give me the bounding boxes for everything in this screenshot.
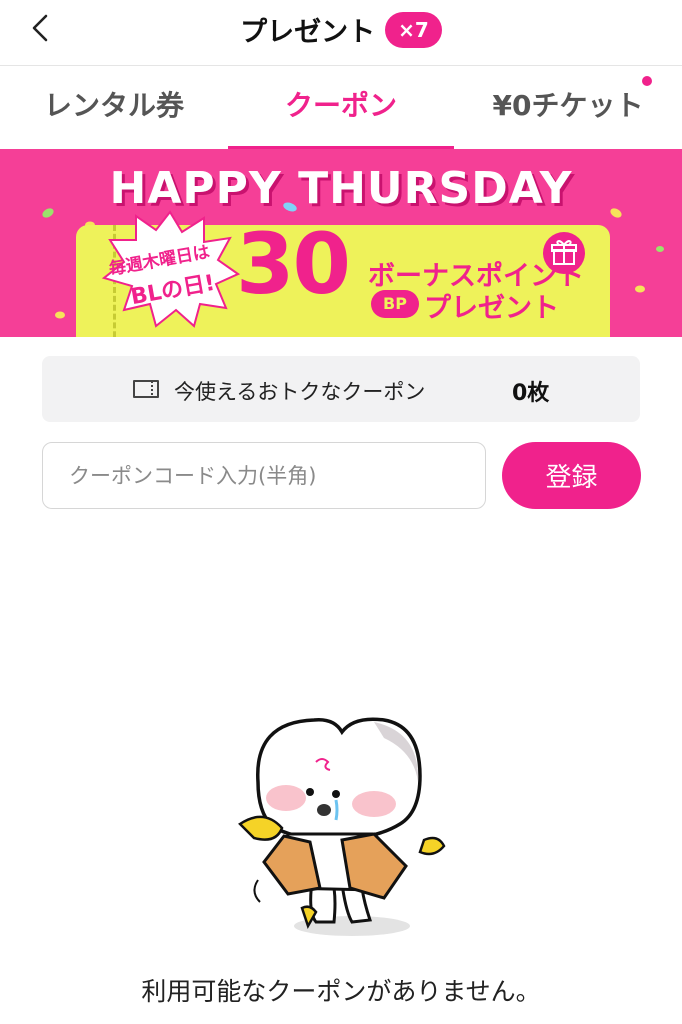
available-coupons-summary: 今使えるおトクなクーポン 0枚 xyxy=(42,356,640,422)
mascot-illustration xyxy=(238,717,446,936)
summary-label: 今使えるおトクなクーポン xyxy=(174,380,426,404)
title-wrap: プレゼント ×7 xyxy=(0,10,682,49)
notification-dot xyxy=(642,76,652,86)
tab-bar: レンタル券 クーポン ¥0チケット xyxy=(0,67,682,147)
header: プレゼント ×7 xyxy=(0,0,682,66)
ticket-icon xyxy=(133,380,159,398)
gift-icon xyxy=(543,232,585,274)
banner-content: 毎週木曜日は BLの日! 30 ボーナスポイント BP プレゼント xyxy=(0,149,682,337)
empty-state-message: 利用可能なクーポンがありません。 xyxy=(141,977,541,1006)
tab-coupon[interactable]: クーポン xyxy=(228,67,454,147)
summary-count: 0枚 xyxy=(512,381,550,406)
page-title: プレゼント xyxy=(240,17,376,48)
tab-rental-ticket[interactable]: レンタル券 xyxy=(0,67,228,147)
present-label: プレゼント xyxy=(424,293,559,324)
bp-badge: BP xyxy=(371,290,419,318)
coupon-code-input[interactable] xyxy=(42,442,486,509)
register-button[interactable]: 登録 xyxy=(502,442,641,509)
bonus-amount: 30 xyxy=(236,215,351,313)
present-count-badge: ×7 xyxy=(385,11,442,48)
